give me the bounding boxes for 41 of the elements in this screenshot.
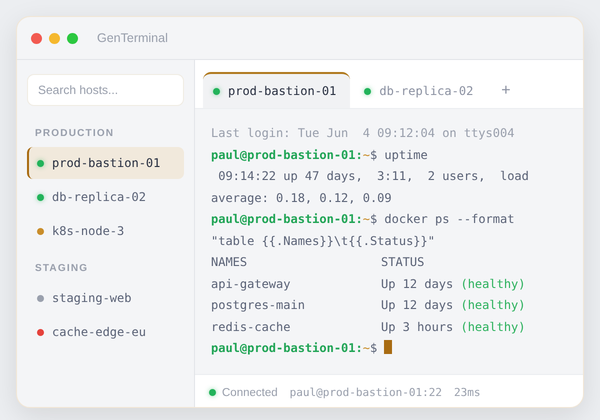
host-item[interactable]: staging-web bbox=[27, 282, 184, 314]
maximize-button[interactable] bbox=[67, 32, 78, 44]
terminal-tab[interactable]: prod-bastion-01 bbox=[203, 72, 350, 108]
group-label: PRODUCTION bbox=[35, 128, 116, 139]
connection-status: Connected bbox=[222, 386, 278, 398]
host-item[interactable]: prod-bastion-01 bbox=[27, 147, 184, 179]
terminal-line: 09:14:22 up 47 days, 3:11, 2 users, load bbox=[217, 168, 530, 185]
connection-target: paul@prod-bastion-01:22 bbox=[290, 386, 442, 399]
table-cell-text: Up 12 days (healthy) bbox=[381, 276, 526, 292]
table-cell-text: api-gateway bbox=[211, 276, 292, 293]
table-cell-text: NAMES bbox=[211, 254, 248, 271]
table-cell-text: Up 12 days (healthy) bbox=[381, 297, 526, 314]
terminal-line: average: 0.18, 0.12, 0.09 bbox=[211, 190, 393, 207]
prompt-user: paul@prod-bastion-01: bbox=[211, 148, 363, 162]
table-cell-text: STATUS bbox=[381, 254, 424, 271]
latency-text: 23ms bbox=[454, 386, 480, 399]
table-cell-text: Up 3 hours (healthy) bbox=[381, 318, 526, 336]
terminal-line: "table {{.Names}}\t{{.Status}}" bbox=[211, 232, 436, 250]
table-cell-text: redis-cache bbox=[211, 318, 292, 336]
host-item[interactable]: cache-edge-eu bbox=[27, 316, 184, 348]
prompt-path: ~ bbox=[362, 212, 370, 226]
prompt-path: ~ bbox=[362, 341, 370, 355]
prompt-user: paul@prod-bastion-01: bbox=[211, 341, 363, 355]
minimize-button[interactable] bbox=[49, 32, 60, 44]
window-title: GenTerminal bbox=[97, 31, 168, 45]
terminal-line: Last login: Tue Jun 4 09:12:04 on ttys004 bbox=[211, 125, 516, 142]
host-item[interactable]: k8s-node-3 bbox=[27, 215, 184, 247]
prompt-sign: $ bbox=[370, 341, 378, 355]
host-item[interactable]: db-replica-02 bbox=[27, 181, 184, 213]
command-text: uptime bbox=[383, 148, 428, 162]
close-button[interactable] bbox=[31, 32, 42, 44]
terminal-tab[interactable]: db-replica-02 bbox=[354, 72, 488, 108]
search-field[interactable]: Search hosts... bbox=[27, 74, 184, 106]
prompt-path: ~ bbox=[362, 148, 370, 162]
group-label: STAGING bbox=[35, 263, 90, 274]
prompt-user: paul@prod-bastion-01: bbox=[211, 212, 363, 226]
new-tab-button[interactable]: + bbox=[491, 74, 521, 108]
command-text: docker ps --format bbox=[383, 212, 514, 226]
prompt-sign: $ bbox=[370, 212, 378, 226]
table-cell-text: postgres-main bbox=[211, 297, 306, 314]
prompt-sign: $ bbox=[370, 148, 378, 162]
